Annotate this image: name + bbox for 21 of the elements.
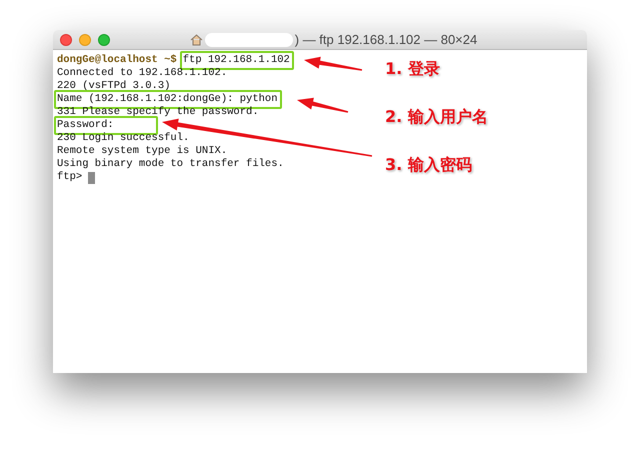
home-icon: [190, 34, 203, 46]
shell-prompt: dongGe@localhost ~$: [57, 54, 177, 67]
terminal-text: ftp 192.168.1.102: [182, 54, 290, 66]
terminal-text: Name (192.168.1.102:dongGe): python: [57, 93, 278, 105]
terminal-text: 220 (vsFTPd 3.0.3): [57, 80, 170, 92]
terminal-text: Password:: [57, 119, 114, 131]
terminal-text: 331 Please specify the password.: [57, 106, 259, 118]
pointer-arrow: [297, 98, 348, 113]
annotation-label: 1. 登录: [385, 58, 440, 80]
minimize-button[interactable]: [79, 34, 91, 46]
window-title: ) — ftp 192.168.1.102 — 80×24: [294, 30, 478, 49]
terminal-text: Connected to 192.168.1.102.: [57, 67, 228, 79]
annotation-label: 3. 输入密码: [385, 154, 472, 176]
terminal-text: ftp>: [57, 171, 82, 183]
annotation-label: 2. 输入用户名: [385, 106, 488, 128]
terminal-text: Remote system type is UNIX.: [57, 145, 228, 157]
terminal-text: 230 Login successful.: [57, 132, 190, 144]
pointer-arrow: [304, 56, 362, 71]
zoom-button[interactable]: [98, 34, 110, 46]
close-button[interactable]: [60, 34, 72, 46]
terminal-text: Using binary mode to transfer files.: [57, 158, 284, 170]
